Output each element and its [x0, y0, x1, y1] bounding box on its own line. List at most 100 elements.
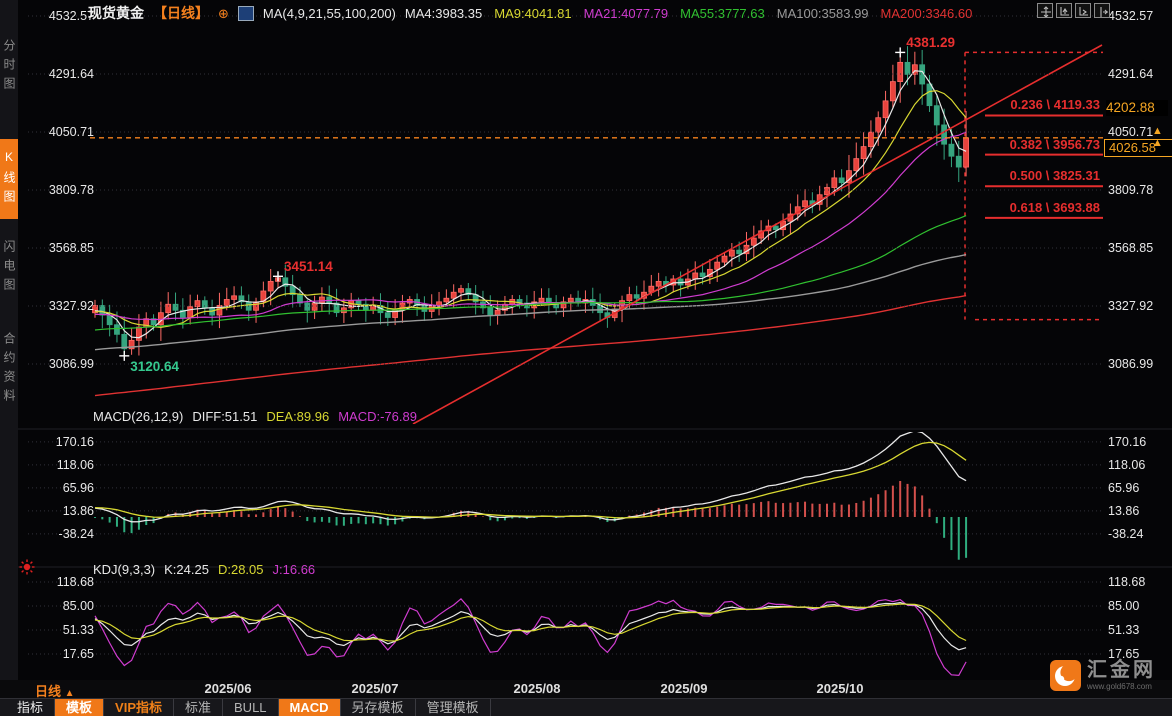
indicator-value: D:28.05 [218, 562, 264, 577]
sidebar-tab-1[interactable]: 分时图 [0, 26, 18, 108]
axis-label: 3568.85 [1108, 241, 1153, 255]
fib-level-label: 0.236 \ 4119.33 [930, 97, 1100, 112]
indicator-value: DEA:89.96 [266, 409, 329, 424]
axis-label: 4532.57 [28, 9, 94, 23]
axis-scale-y-icon[interactable] [1056, 3, 1072, 18]
extreme-price-label: 4381.29 [906, 35, 955, 50]
axis-label: 3327.92 [1108, 299, 1153, 313]
indicator-value: DIFF:51.51 [192, 409, 257, 424]
axis-label: 170.16 [28, 435, 94, 449]
indicator-value: J:16.66 [273, 562, 316, 577]
pan-tool-icon[interactable] [1037, 3, 1053, 18]
bottom-tab-8[interactable]: 管理模板 [416, 699, 491, 716]
axis-label: 118.06 [1108, 458, 1145, 472]
axis-label: -38.24 [1108, 527, 1143, 541]
sidebar-tab-4[interactable]: 合约资料 [0, 314, 18, 426]
ma-value: MA21:4077.79 [584, 6, 669, 21]
axis-label: 13.86 [1108, 504, 1139, 518]
bottom-tab-2[interactable]: 模板 [55, 699, 104, 716]
macd-header[interactable]: MACD(26,12,9) DIFF:51.51 DEA:89.96 MACD:-76… [93, 409, 417, 424]
ma-value: MA55:3777.63 [680, 6, 765, 21]
axis-label: 3327.92 [28, 299, 94, 313]
ma-value: MA200:3346.60 [881, 6, 973, 21]
extreme-cross-marker [895, 47, 905, 57]
axis-label: 4050.71 [28, 125, 94, 139]
date-tick: 2025/08 [502, 681, 572, 696]
axis-scale-x-icon[interactable] [1075, 3, 1091, 18]
axis-label: 3809.78 [1108, 183, 1153, 197]
candlestick-series [93, 46, 969, 356]
axis-label: 118.06 [28, 458, 94, 472]
axis-label: 65.96 [28, 481, 94, 495]
ma-value: MA9:4041.81 [494, 6, 571, 21]
logo-crescent-icon [1050, 660, 1081, 691]
symbol-name: 现货黄金 [88, 3, 144, 23]
indicator-value: MACD:-76.89 [338, 409, 417, 424]
date-tick: 2025/07 [340, 681, 410, 696]
bottom-tab-3[interactable]: VIP指标 [104, 699, 174, 716]
ma-value: MA4:3983.35 [405, 6, 482, 21]
axis-label: 3568.85 [28, 241, 94, 255]
logo-url: www.gold678.com [1087, 682, 1156, 691]
left-sidebar: 分时图 K线图闪电图合约资料 [0, 0, 18, 680]
upper-price-marker: 4202.88 [1106, 100, 1168, 116]
period-badge[interactable]: 【日线】 [153, 3, 209, 23]
axis-label: 85.00 [1108, 599, 1139, 613]
axis-label: 51.33 [1108, 623, 1139, 637]
extreme-cross-marker [119, 351, 129, 361]
axis-label: 4291.64 [28, 67, 94, 81]
ma-values: MA4:3983.35 MA9:4041.81 MA21:4077.79 MA55:3… [405, 6, 972, 21]
axis-label: 4532.57 [1108, 9, 1153, 23]
axis-label: 13.86 [28, 504, 94, 518]
indicator-value: MACD(26,12,9) [93, 409, 183, 424]
axis-label: 85.00 [28, 599, 94, 613]
axis-label: 4050.71 [1108, 125, 1153, 139]
axis-label: 118.68 [28, 575, 94, 589]
fib-level-label: 0.500 \ 3825.31 [930, 168, 1100, 183]
indicator-value: K:24.25 [164, 562, 209, 577]
trading-app: { "header": { "symbol": "现货黄金", "period"… [0, 0, 1172, 716]
bottom-tab-bar: 指标模板VIP指标标准BULLMACD另存模板管理模板 [0, 698, 1172, 716]
axis-label: 3809.78 [28, 183, 94, 197]
bottom-tab-4[interactable]: 标准 [174, 699, 223, 716]
logo-text: 汇金网 [1087, 660, 1156, 680]
bottom-tab-6[interactable]: MACD [279, 699, 341, 716]
sidebar-tab-3[interactable]: 闪电图 [0, 227, 18, 309]
kdj-panel [28, 582, 1102, 675]
alert-burst-icon[interactable] [19, 559, 35, 580]
chart-header: 现货黄金 【日线】 ⊕ MA(4,9,21,55,100,200) MA4:39… [88, 3, 972, 23]
ma-value: MA100:3583.99 [777, 6, 869, 21]
ma-settings-label[interactable]: MA(4,9,21,55,100,200) [263, 6, 396, 21]
axis-label: 51.33 [28, 623, 94, 637]
extreme-price-label: 3120.64 [130, 359, 179, 374]
macd-panel [28, 431, 1102, 560]
extreme-cross-marker [273, 271, 283, 281]
chart-toolbar [1037, 3, 1110, 18]
axis-label: 17.65 [28, 647, 94, 661]
axis-label: 3086.99 [1108, 357, 1153, 371]
date-tick: 2025/10 [805, 681, 875, 696]
add-indicator-icon[interactable]: ⊕ [218, 7, 229, 20]
fib-level-label: 0.618 \ 3693.88 [930, 200, 1100, 215]
time-axis: 日线 ▲ 2025/062025/072025/082025/092025/10 [0, 680, 1172, 698]
sidebar-tab-2[interactable]: K线图 [0, 139, 18, 219]
date-tick: 2025/09 [649, 681, 719, 696]
bottom-tab-5[interactable]: BULL [223, 699, 279, 716]
axis-label: -38.24 [28, 527, 94, 541]
go-to-latest-icon[interactable] [1094, 3, 1110, 18]
bottom-tab-1[interactable]: 指标 [6, 699, 55, 716]
fib-level-label: 0.382 \ 3956.73 [930, 137, 1100, 152]
axis-label: 170.16 [1108, 435, 1146, 449]
axis-label: 65.96 [1108, 481, 1139, 495]
date-tick: 2025/06 [193, 681, 263, 696]
mini-chart-icon[interactable] [238, 6, 254, 21]
bottom-tab-7[interactable]: 另存模板 [341, 699, 416, 716]
axis-label: 3086.99 [28, 357, 94, 371]
axis-label: 118.68 [1108, 575, 1145, 589]
price-up-arrow-icon[interactable]: ▲▲ [1152, 125, 1163, 149]
axis-label: 4291.64 [1108, 67, 1153, 81]
indicator-value: KDJ(9,3,3) [93, 562, 155, 577]
kdj-header[interactable]: KDJ(9,3,3) K:24.25 D:28.05 J:16.66 [93, 562, 315, 577]
site-logo: 汇金网 www.gold678.com [1050, 660, 1156, 691]
extreme-price-label: 3451.14 [284, 259, 333, 274]
